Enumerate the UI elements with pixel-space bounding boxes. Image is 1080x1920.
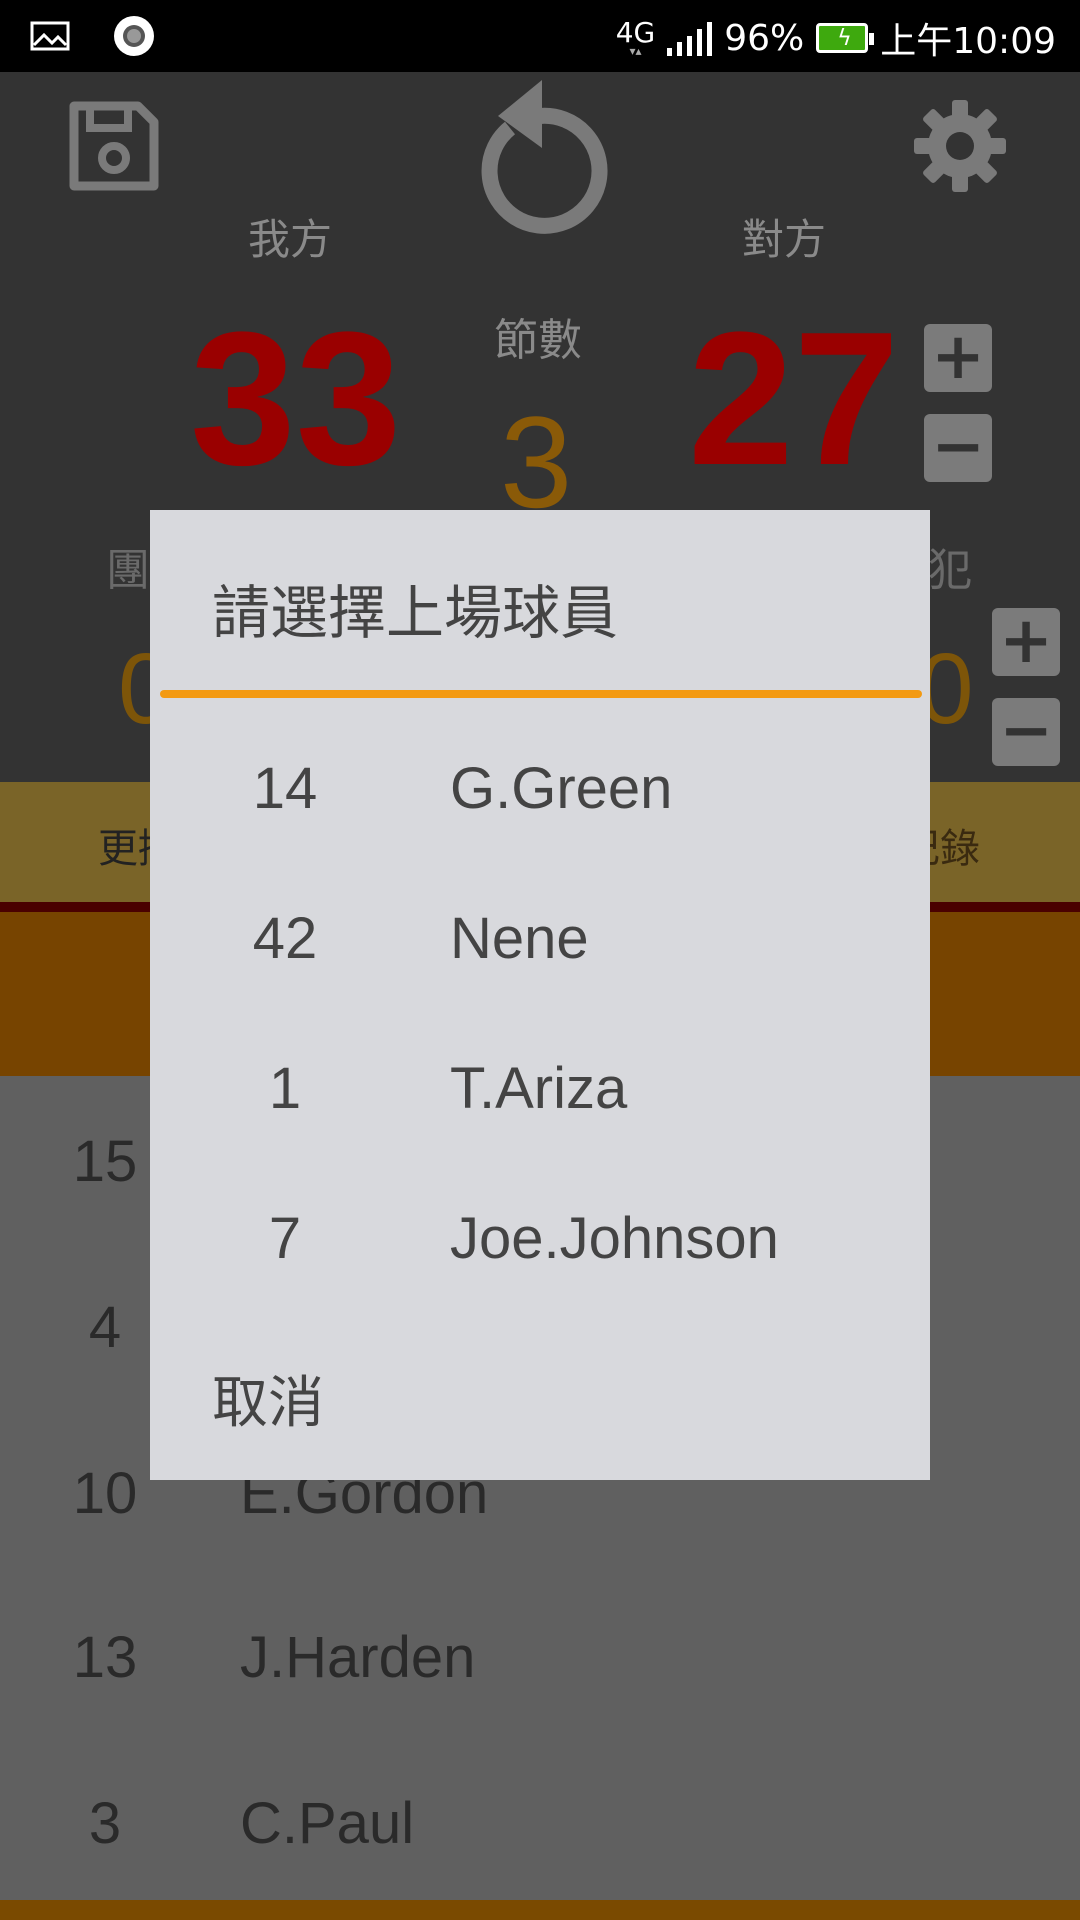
status-bar: 4G ▾▴ 96% ϟ 上午10:09 bbox=[0, 0, 1080, 72]
away-team-label: 對方 bbox=[742, 215, 827, 264]
dialog-option-player[interactable]: 1 T.Ariza bbox=[150, 1015, 930, 1165]
away-score-minus-button[interactable]: − bbox=[924, 414, 992, 482]
option-number: 14 bbox=[252, 756, 318, 821]
foul-minus-button[interactable]: − bbox=[992, 698, 1060, 766]
save-icon[interactable] bbox=[68, 100, 160, 192]
cancel-button[interactable]: 取消 bbox=[212, 1358, 324, 1439]
player-number: 3 bbox=[88, 1791, 122, 1856]
minus-icon: − bbox=[931, 410, 985, 484]
battery-icon: ϟ bbox=[816, 23, 875, 53]
period-label: 節數 bbox=[494, 315, 582, 366]
option-name: Joe.Johnson bbox=[450, 1206, 779, 1271]
player-name: J.Harden bbox=[240, 1625, 476, 1690]
away-score-plus-button[interactable]: + bbox=[924, 324, 992, 392]
team-foul-label: 團 bbox=[106, 545, 150, 596]
gallery-notification-icon bbox=[30, 21, 70, 51]
option-name: G.Green bbox=[450, 756, 673, 821]
list-item[interactable]: 13 J.Harden bbox=[0, 1624, 1080, 1704]
undo-icon[interactable] bbox=[470, 76, 610, 236]
player-number: 13 bbox=[72, 1625, 138, 1690]
dialog-title: 請選擇上場球員 bbox=[212, 579, 619, 647]
player-name: C.Paul bbox=[240, 1791, 415, 1856]
list-item[interactable]: 3 C.Paul bbox=[0, 1790, 1080, 1870]
record-notification-icon bbox=[114, 16, 154, 56]
home-team-label: 我方 bbox=[248, 215, 333, 264]
option-name: Nene bbox=[450, 906, 589, 971]
minus-icon: − bbox=[999, 694, 1053, 768]
dialog-option-player[interactable]: 7 Joe.Johnson bbox=[150, 1165, 930, 1315]
dialog-divider bbox=[160, 690, 922, 698]
dialog-option-player[interactable]: 14 G.Green bbox=[150, 715, 930, 865]
select-player-dialog: 請選擇上場球員 14 G.Green 42 Nene 1 T.Ariza 7 J… bbox=[150, 510, 930, 1480]
clock: 上午10:09 bbox=[880, 21, 1056, 62]
option-number: 42 bbox=[252, 906, 318, 971]
option-number: 7 bbox=[268, 1206, 302, 1271]
dialog-option-player[interactable]: 42 Nene bbox=[150, 865, 930, 1015]
option-number: 1 bbox=[268, 1056, 302, 1121]
home-score: 33 bbox=[190, 293, 402, 505]
battery-percent: 96% bbox=[724, 17, 805, 59]
plus-icon: + bbox=[931, 320, 985, 394]
signal-icon bbox=[667, 20, 713, 56]
away-score: 27 bbox=[688, 293, 900, 505]
foul-label: 犯 bbox=[928, 545, 972, 596]
settings-icon[interactable] bbox=[912, 98, 1008, 194]
foul-plus-button[interactable]: + bbox=[992, 608, 1060, 676]
option-name: T.Ariza bbox=[450, 1056, 628, 1121]
network-type-icon: 4G ▾▴ bbox=[615, 16, 656, 58]
bottom-strip bbox=[0, 1900, 1080, 1920]
plus-icon: + bbox=[999, 604, 1053, 678]
